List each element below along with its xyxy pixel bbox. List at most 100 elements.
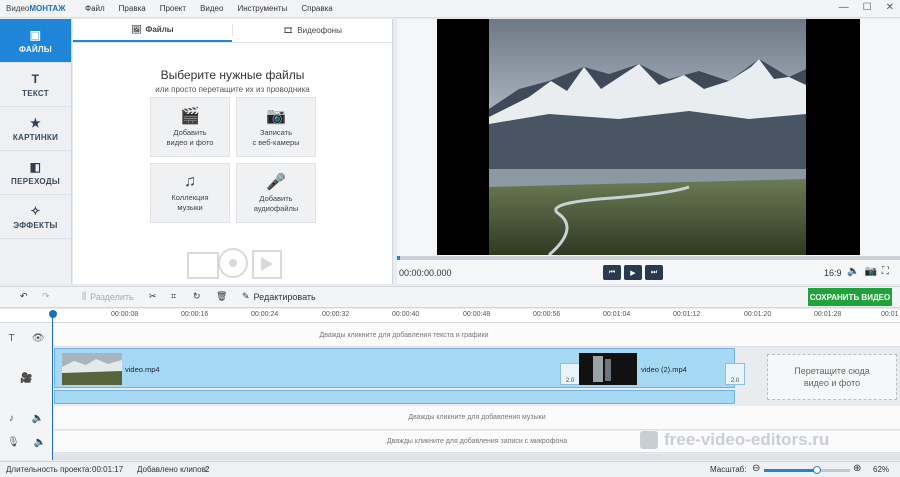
clip-name: video.mp4 (125, 365, 160, 374)
watermark-text: free-video-editors.ru (664, 430, 830, 449)
rotate-icon[interactable]: ↻ (193, 291, 201, 302)
drop-media-zone[interactable]: Перетащите сюда видео и фото (767, 354, 897, 400)
aspect-ratio-selector[interactable]: 16:9 (824, 268, 842, 278)
record-webcam-button[interactable]: 📷 Записать с веб-камеры (236, 97, 316, 157)
close-icon[interactable]: ✕ (886, 2, 894, 13)
playback-progress-bar[interactable] (397, 256, 900, 260)
volume-icon[interactable]: 🔈 (847, 266, 859, 277)
tile-label: Записать с веб-камеры (252, 128, 300, 147)
files-subheading: или просто перетащите их из проводника (155, 85, 310, 94)
nav-item-text[interactable]: T ТЕКСТ (0, 63, 71, 107)
text-icon: T (31, 71, 40, 86)
title-bar: ВидеоМОНТАЖ Файл Правка Проект Видео Инс… (0, 0, 900, 18)
play-button[interactable]: ▶ (624, 265, 642, 280)
playhead-line (52, 318, 53, 460)
tab-files[interactable]: 🖼 Файлы (73, 19, 232, 42)
music-volume-icon[interactable]: 🔈 (32, 413, 44, 424)
pencil-icon: ✎ (242, 291, 250, 301)
nav-item-pictures[interactable]: ★ КАРТИНКИ (0, 107, 71, 151)
nav-item-files[interactable]: ▣ ФАЙЛЫ (0, 19, 71, 63)
mic-volume-icon[interactable]: 🔈 (34, 437, 46, 448)
menu-project[interactable]: Проект (153, 4, 193, 13)
skip-back-button[interactable]: ⏮ (603, 265, 621, 280)
video-track[interactable]: video.mp4 2.0 video (2).mp4 2.0 (54, 348, 745, 388)
delete-icon[interactable]: 🗑 (216, 291, 227, 302)
transition-marker[interactable]: 2.0 (725, 363, 745, 385)
tab-video-backgrounds[interactable]: 🎞 Видеофоны (233, 19, 392, 42)
ruler-tick-label: 00:00:56 (533, 311, 561, 318)
menu-video[interactable]: Видео (193, 4, 230, 13)
maximize-icon[interactable]: ☐ (863, 2, 872, 13)
edit-toolbar: ↶ ↷ ⫼ Разделить ✂ ⌗ ↻ 🗑 ✎ Редактировать … (0, 286, 900, 308)
left-nav: ▣ ФАЙЛЫ T ТЕКСТ ★ КАРТИНКИ ◧ ПЕРЕХОДЫ ✧ … (0, 19, 72, 284)
clips-count-value: 2 (205, 465, 210, 474)
clip-name: video (2).mp4 (641, 365, 687, 374)
edit-button[interactable]: ✎ Редактировать (242, 291, 316, 302)
nav-item-label: ТЕКСТ (22, 88, 49, 98)
cut-icon[interactable]: ✂ (149, 291, 157, 302)
add-media-tiles: 🎬 Добавить видео и фото 📷 Записать с веб… (150, 97, 316, 223)
mic-track-icon: 🎙 (6, 436, 20, 448)
timeline-ruler[interactable]: 00:00:08 00:00:16 00:00:24 00:00:32 00:0… (0, 309, 900, 323)
clip-thumbnail (579, 353, 637, 385)
music-track[interactable]: Дважды кликните для добавления музыки (54, 406, 900, 430)
timeline-scrollbar[interactable] (54, 454, 900, 460)
app-title-brand: МОНТАЖ (29, 4, 66, 13)
video-track-camera-icon: 🎥 (20, 372, 33, 384)
menu-file[interactable]: Файл (78, 4, 112, 13)
nav-item-label: ПЕРЕХОДЫ (11, 176, 60, 186)
transition-duration: 2.0 (730, 378, 740, 384)
crop-icon[interactable]: ⌗ (171, 291, 176, 302)
star-icon: ★ (29, 115, 42, 130)
transition-marker[interactable]: 2.0 (560, 363, 580, 385)
menu-help[interactable]: Справка (294, 4, 339, 13)
transition-duration: 2.0 (565, 378, 575, 384)
nav-item-label: ФАЙЛЫ (18, 44, 53, 54)
fullscreen-icon[interactable]: ⛶ (882, 266, 889, 277)
minimize-icon[interactable]: — (839, 2, 849, 13)
menu-edit[interactable]: Правка (112, 4, 153, 13)
zoom-slider[interactable] (764, 466, 850, 474)
video-player[interactable] (437, 19, 860, 255)
split-button[interactable]: ⫼ Разделить (82, 291, 134, 302)
ruler-tick-label: 00:00:24 (251, 311, 279, 318)
playhead-handle[interactable] (49, 310, 57, 318)
add-video-photo-button[interactable]: 🎬 Добавить видео и фото (150, 97, 230, 157)
split-icon: ⫼ (82, 291, 87, 301)
redo-icon[interactable]: ↷ (42, 291, 50, 302)
nav-item-transitions[interactable]: ◧ ПЕРЕХОДЫ (0, 151, 71, 195)
edit-label: Редактировать (253, 291, 316, 302)
decorative-media-illustration (187, 248, 282, 279)
skip-forward-button[interactable]: ⏭ (645, 265, 663, 280)
status-bar: Длительность проекта: 00:01:17 Добавлено… (0, 461, 900, 477)
clip-thumbnail-image (579, 353, 637, 385)
visibility-eye-icon[interactable]: 👁 (32, 333, 45, 344)
undo-icon[interactable]: ↶ (20, 291, 28, 302)
music-collection-button[interactable]: ♫ Коллекция музыки (150, 163, 230, 223)
text-track[interactable]: Дважды кликните для добавления текста и … (54, 323, 900, 347)
tab-label: Файлы (145, 25, 174, 34)
tab-label: Видеофоны (297, 26, 342, 35)
zoom-value: 62% (873, 465, 890, 474)
save-video-button[interactable]: СОХРАНИТЬ ВИДЕО (808, 288, 892, 306)
ruler-tick-label: 00:01:04 (603, 311, 631, 318)
video-audio-strip[interactable] (54, 390, 735, 404)
menu-tools[interactable]: Инструменты (230, 4, 294, 13)
snapshot-camera-icon[interactable]: 📷 (864, 266, 876, 277)
ruler-tick-label: 00:00:48 (463, 311, 491, 318)
film-camera-icon: 🎬 (180, 108, 200, 125)
zoom-out-icon[interactable]: ⊖ (752, 463, 760, 474)
effects-wand-icon: ✧ (30, 203, 41, 218)
zoom-slider-knob[interactable] (813, 466, 822, 474)
add-audio-button[interactable]: 🎤 Добавить аудиофайлы (236, 163, 316, 223)
files-tabs: 🖼 Файлы 🎞 Видеофоны (73, 19, 392, 43)
nav-item-effects[interactable]: ✧ ЭФФЕКТЫ (0, 195, 71, 239)
app-title-prefix: Видео (6, 4, 30, 13)
text-track-icon: T (8, 332, 15, 344)
zoom-in-icon[interactable]: ⊕ (853, 463, 861, 474)
tile-label: Коллекция музыки (171, 193, 209, 212)
ruler-tick-label: 00:00:08 (111, 311, 139, 318)
music-track-hint: Дважды кликните для добавления музыки (408, 414, 546, 421)
app-title: ВидеоМОНТАЖ (0, 4, 78, 13)
tile-label: Добавить аудиофайлы (253, 194, 299, 213)
